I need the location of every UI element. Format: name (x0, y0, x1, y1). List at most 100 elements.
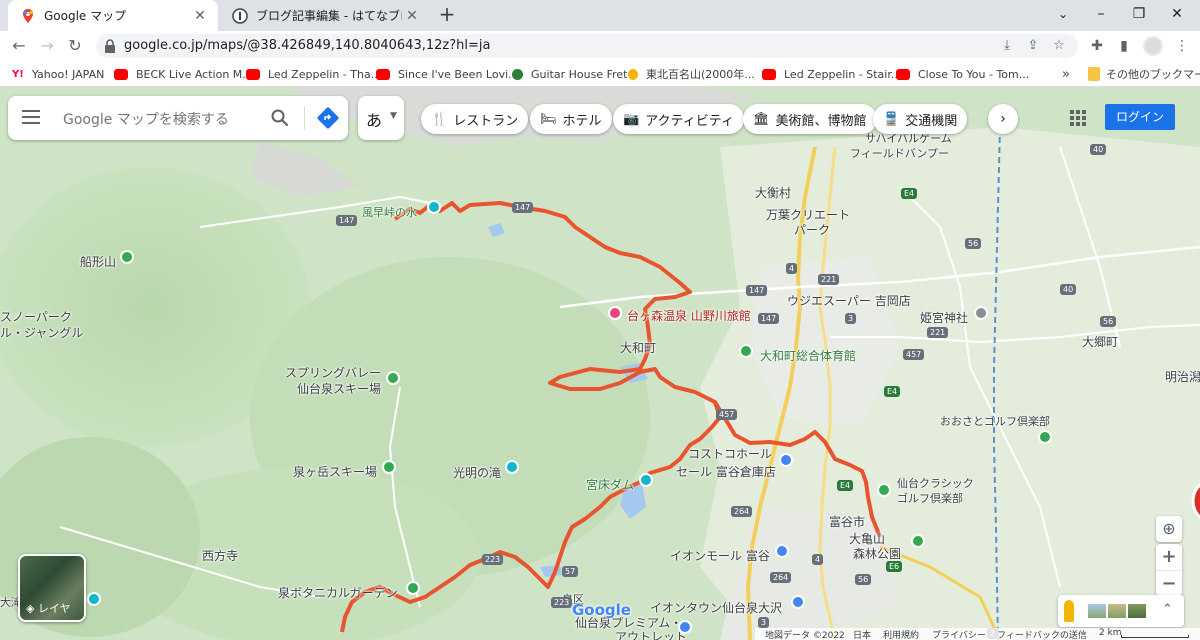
map-label[interactable]: セール 富谷倉庫店 (676, 463, 776, 480)
map-label[interactable]: ゴルフ倶楽部 (897, 490, 963, 506)
address-bar[interactable]: google.co.jp/maps/@38.426849,140.8040643… (96, 34, 1078, 58)
map-label[interactable]: おおさとゴルフ倶楽部 (940, 413, 1050, 429)
poi-golf-pin-icon[interactable] (1038, 430, 1052, 444)
map-label[interactable]: フィールドバンプー (850, 145, 949, 161)
poi-store-pin-icon[interactable] (779, 453, 793, 467)
map-label[interactable]: 泉ボタニカルガーデン (278, 584, 398, 601)
poi-shopping-pin-icon[interactable] (775, 544, 789, 558)
poi-shrine-pin-icon[interactable] (974, 306, 988, 320)
my-location-button[interactable]: ⊕ (1156, 516, 1182, 542)
expand-up-icon[interactable]: ⌃ (1162, 602, 1173, 617)
install-app-icon[interactable]: ⤓ (998, 37, 1016, 55)
poi-gym-pin-icon[interactable] (739, 344, 753, 358)
zoom-out-button[interactable]: − (1156, 570, 1182, 596)
chip-restaurant[interactable]: 🍴 レストラン (421, 104, 529, 134)
imagery-thumb[interactable] (1088, 604, 1106, 618)
map-label[interactable]: スノーパーク (0, 308, 72, 325)
map-label[interactable]: 大和町総合体育館 (760, 347, 856, 364)
ime-dropdown-icon[interactable]: ▼ (390, 111, 397, 121)
map-label[interactable]: 大和町 (620, 339, 656, 356)
poi-shopping-pin-icon[interactable] (678, 620, 692, 634)
chip-transit[interactable]: 🚆 交通機関 (873, 104, 968, 134)
bookmark-star-icon[interactable]: ☆ (1050, 37, 1068, 55)
close-window-button[interactable]: ✕ (1154, 0, 1200, 31)
map-label[interactable]: 大衡村 (755, 184, 791, 201)
tab-google-maps[interactable]: Google マップ ✕ (8, 0, 218, 31)
back-arrow-icon[interactable]: ← (8, 35, 30, 57)
map-label[interactable]: ウジエスーパー 吉岡店 (787, 292, 911, 309)
chip-activity[interactable]: 📷 アクティビティ (613, 104, 744, 134)
forward-arrow-icon[interactable]: → (36, 35, 58, 57)
terms-link[interactable]: 利用規約 (883, 628, 919, 640)
zoom-in-button[interactable]: + (1156, 544, 1182, 570)
map-label[interactable]: 西方寺 (202, 547, 238, 564)
share-icon[interactable]: ⇪ (1024, 37, 1042, 55)
profile-avatar[interactable] (1143, 36, 1163, 56)
poi-garden-pin-icon[interactable] (406, 581, 420, 595)
map-label[interactable]: ル・ジャングル (0, 324, 83, 341)
menu-kebab-icon[interactable]: ⋮ (1172, 36, 1192, 56)
poi-shopping-pin-icon[interactable] (791, 595, 805, 609)
bookmark-guitar-house-fret[interactable]: Guitar House Fret (512, 65, 627, 83)
close-tab-icon[interactable]: ✕ (190, 8, 210, 24)
imagery-thumb[interactable] (1128, 604, 1146, 618)
chip-museum[interactable]: 🏛 美術館、博物館 (743, 104, 877, 134)
lock-icon[interactable] (104, 39, 116, 53)
map-label[interactable]: 台ヶ森温泉 山野川旅館 (627, 307, 751, 324)
scale-label[interactable]: 2 km (1099, 628, 1122, 638)
search-input[interactable]: Google マップを検索する (63, 109, 229, 129)
map-canvas[interactable]: サハイバルゲーム フィールドバンプー 大衡村 万葉クリエート パーク 風早峠の水… (0, 87, 1200, 640)
bookmark-since-ive-been[interactable]: Since I've Been Lovi... (376, 65, 519, 83)
bookmark-led-zeppelin-1[interactable]: Led Zeppelin - Tha... (246, 65, 381, 83)
map-label[interactable]: 光明の滝 (453, 464, 501, 481)
chips-scroll-right-icon[interactable]: › (988, 104, 1018, 134)
side-panel-icon[interactable]: ▮ (1114, 36, 1134, 56)
hamburger-menu-icon[interactable] (22, 110, 40, 124)
feedback-link[interactable]: フィードバックの送信 (997, 628, 1087, 640)
poi-waterfall-pin-icon[interactable] (505, 460, 519, 474)
chip-hotel[interactable]: 🛏 ホテル (530, 104, 612, 134)
map-background[interactable] (0, 87, 1200, 640)
poi-dam-pin-icon[interactable] (639, 473, 653, 487)
map-label[interactable]: パーク (794, 221, 830, 238)
map-label[interactable]: 仙台泉スキー場 (297, 380, 381, 397)
map-label[interactable]: 風早峠の水 (362, 204, 417, 220)
poi-golf-pin-icon[interactable] (877, 483, 891, 497)
input-method-button[interactable]: あ ▼ (358, 96, 404, 140)
layers-button[interactable]: ◈ レイヤ (18, 554, 86, 622)
imagery-thumb[interactable] (1108, 604, 1126, 618)
map-label[interactable]: 仙台クラシック (897, 475, 974, 491)
new-tab-button[interactable]: + (436, 4, 458, 26)
login-button[interactable]: ログイン (1105, 104, 1175, 130)
map-label[interactable]: 富谷市 (829, 513, 865, 530)
reload-icon[interactable]: ↻ (64, 35, 86, 57)
close-tab-icon[interactable]: ✕ (402, 8, 422, 24)
tab-hatena-blog[interactable]: ブログ記事編集 - はてなブログ ✕ (220, 0, 430, 31)
map-label[interactable]: 森林公園 (853, 545, 901, 562)
bookmark-yahoo[interactable]: Y! Yahoo! JAPAN (12, 65, 104, 83)
extensions-puzzle-icon[interactable]: ✚ (1087, 36, 1107, 56)
map-label[interactable]: 大郷町 (1082, 333, 1118, 350)
poi-pin-icon[interactable] (87, 592, 101, 606)
map-label[interactable]: スプリングバレー (285, 364, 381, 381)
map-data-attribution[interactable]: 地図データ ©2022 (765, 628, 845, 640)
poi-park-pin-icon[interactable] (911, 534, 925, 548)
bookmark-beck[interactable]: BECK Live Action M... (114, 65, 253, 83)
search-icon[interactable] (270, 108, 290, 128)
poi-mountain-pin-icon[interactable] (120, 250, 134, 264)
map-label[interactable]: コストコホール (688, 445, 772, 462)
map-label[interactable]: 泉ヶ岳スキー場 (293, 463, 377, 480)
bookmark-led-zeppelin-2[interactable]: Led Zeppelin - Stair... (762, 65, 901, 83)
poi-hotel-pin-icon[interactable] (608, 306, 622, 320)
poi-water-pin-icon[interactable] (427, 200, 441, 214)
bookmark-tohoku-mountains[interactable]: 東北百名山(2000年... (628, 65, 755, 83)
pegman-icon[interactable] (1064, 600, 1074, 622)
poi-ski-pin-icon[interactable] (382, 460, 396, 474)
google-apps-icon[interactable] (1068, 108, 1088, 128)
map-label[interactable]: イオンモール 富谷 (670, 547, 770, 564)
map-label[interactable]: 宮床ダム (586, 476, 634, 493)
bookmarks-overflow-button[interactable]: » (1062, 65, 1070, 83)
other-bookmarks-folder[interactable]: その他のブックマーク (1088, 65, 1200, 83)
maps-search-box[interactable]: Google マップを検索する (8, 96, 348, 140)
map-label[interactable]: アウトレット (615, 628, 687, 640)
